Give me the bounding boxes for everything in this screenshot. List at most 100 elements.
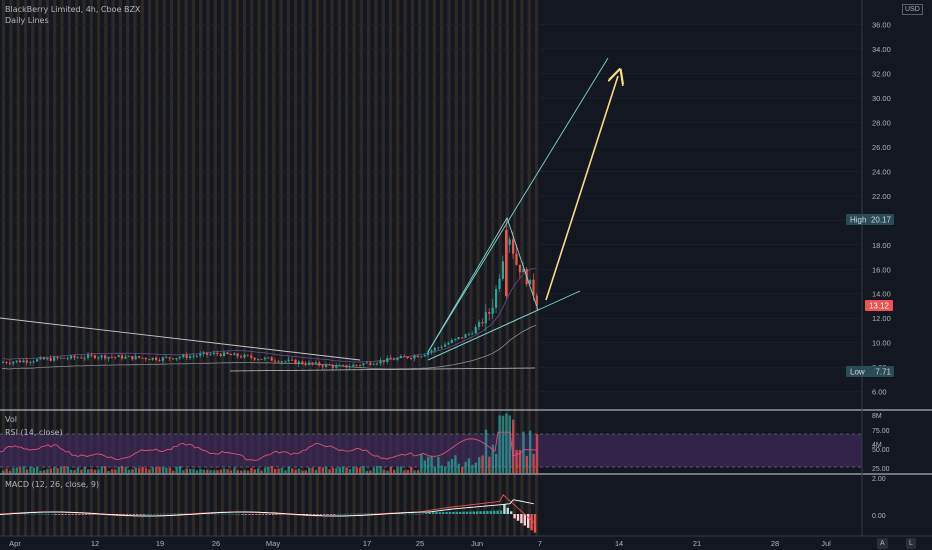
macd-bar: [340, 513, 343, 515]
candle-body: [488, 312, 491, 314]
volume-bar: [172, 470, 175, 473]
volume-bar: [423, 460, 426, 473]
candle-body: [165, 357, 168, 359]
candle-body: [365, 362, 368, 364]
volume-bar: [240, 470, 243, 473]
candle-body: [151, 357, 154, 360]
volume-bar: [70, 469, 73, 473]
volume-bar: [362, 466, 365, 473]
volume-bar: [80, 469, 83, 473]
volume-bar: [515, 449, 518, 473]
volume-bar: [314, 470, 318, 473]
currency-badge[interactable]: USD: [902, 4, 923, 15]
candle-body: [240, 356, 243, 358]
macd-bar: [533, 514, 537, 533]
candle-body: [93, 355, 96, 359]
candle-body: [389, 357, 392, 360]
volume-bar: [212, 470, 216, 473]
candle-body: [352, 364, 355, 367]
volume-bar: [134, 467, 137, 473]
volume-bar: [42, 470, 46, 473]
macd-bar: [142, 514, 146, 515]
volume-bar: [379, 466, 382, 473]
volume-bar: [525, 455, 528, 473]
price-tick-label: 12.00: [872, 314, 891, 323]
candle-body: [386, 357, 389, 363]
candle-body: [484, 312, 487, 324]
macd-bar: [156, 513, 159, 515]
macd-bar: [363, 513, 367, 515]
volume-bar: [233, 467, 236, 473]
macd-bar: [125, 514, 129, 515]
volume-bar: [243, 470, 246, 473]
candle-body: [274, 360, 277, 362]
macd-bar: [404, 513, 407, 515]
macd-bar: [255, 514, 258, 515]
rsi-axis-tick-3: 25.00: [872, 466, 890, 473]
candle-body: [12, 361, 15, 364]
macd-bar: [401, 513, 404, 515]
macd-bar: [445, 512, 448, 514]
macd-bar: [489, 510, 492, 514]
macd-bar: [85, 514, 88, 515]
volume-bar: [433, 466, 437, 473]
volume-bar: [117, 466, 120, 473]
time-axis[interactable]: Apr 12 19 26 May 17 25 Jun 7 14 21 28 Jul: [9, 539, 831, 548]
chart-canvas[interactable]: 6.008.0010.0012.0014.0016.0018.0020.0022…: [0, 0, 932, 550]
macd-bar: [455, 511, 458, 514]
macd-bar: [30, 513, 33, 515]
candle-body: [246, 354, 249, 356]
price-tick-label: 26.00: [872, 143, 891, 152]
candle-body: [287, 359, 290, 362]
candle-body: [345, 365, 348, 368]
volume-bar: [280, 467, 284, 473]
log-scale-button[interactable]: L: [906, 538, 916, 549]
volume-bar: [440, 465, 443, 473]
macd-bar: [166, 513, 169, 515]
candle-body: [161, 357, 164, 361]
candle-body: [410, 358, 413, 359]
candle-body: [223, 352, 226, 357]
macd-bar: [163, 513, 166, 515]
candle-body: [342, 365, 345, 366]
candle-body: [461, 337, 464, 339]
macd-bar: [129, 514, 132, 515]
macd-bar: [40, 513, 44, 515]
macd-bar: [261, 514, 265, 515]
candle-body: [423, 354, 426, 357]
candle-body: [8, 363, 11, 364]
candle-body: [209, 354, 212, 355]
macd-bar: [149, 513, 152, 515]
time-tick-label: 7: [538, 539, 542, 548]
candle-body: [304, 363, 307, 365]
volume-bar: [508, 415, 511, 473]
volume-bar: [372, 467, 375, 473]
volume-bar: [481, 455, 484, 473]
macd-bar: [431, 512, 435, 514]
candle-body: [308, 362, 311, 365]
volume-bar: [148, 469, 151, 473]
volume-bar: [168, 468, 171, 473]
candle-body: [311, 362, 314, 364]
macd-axis-tick-1: 2.00: [872, 476, 886, 483]
candle-body: [29, 362, 32, 363]
macd-bar: [482, 511, 486, 514]
volume-bar: [127, 469, 131, 473]
price-axis[interactable]: 6.008.0010.0012.0014.0016.0018.0020.0022…: [872, 20, 891, 396]
volume-bar: [406, 469, 409, 473]
volume-bar: [321, 467, 324, 473]
volume-bar: [437, 456, 440, 473]
volume-bar: [331, 467, 335, 473]
macd-bar: [265, 514, 268, 515]
macd-bar: [513, 514, 516, 519]
macd-bar: [47, 513, 50, 515]
volume-bar: [104, 466, 107, 473]
macd-bar: [353, 513, 356, 515]
candle-body: [141, 357, 144, 359]
volume-bar: [100, 466, 103, 473]
volume-bar: [461, 466, 464, 473]
candle-body: [491, 307, 494, 314]
volume-bar: [66, 466, 69, 473]
projection-arrow[interactable]: [545, 76, 618, 301]
auto-scale-button[interactable]: A: [877, 538, 888, 549]
